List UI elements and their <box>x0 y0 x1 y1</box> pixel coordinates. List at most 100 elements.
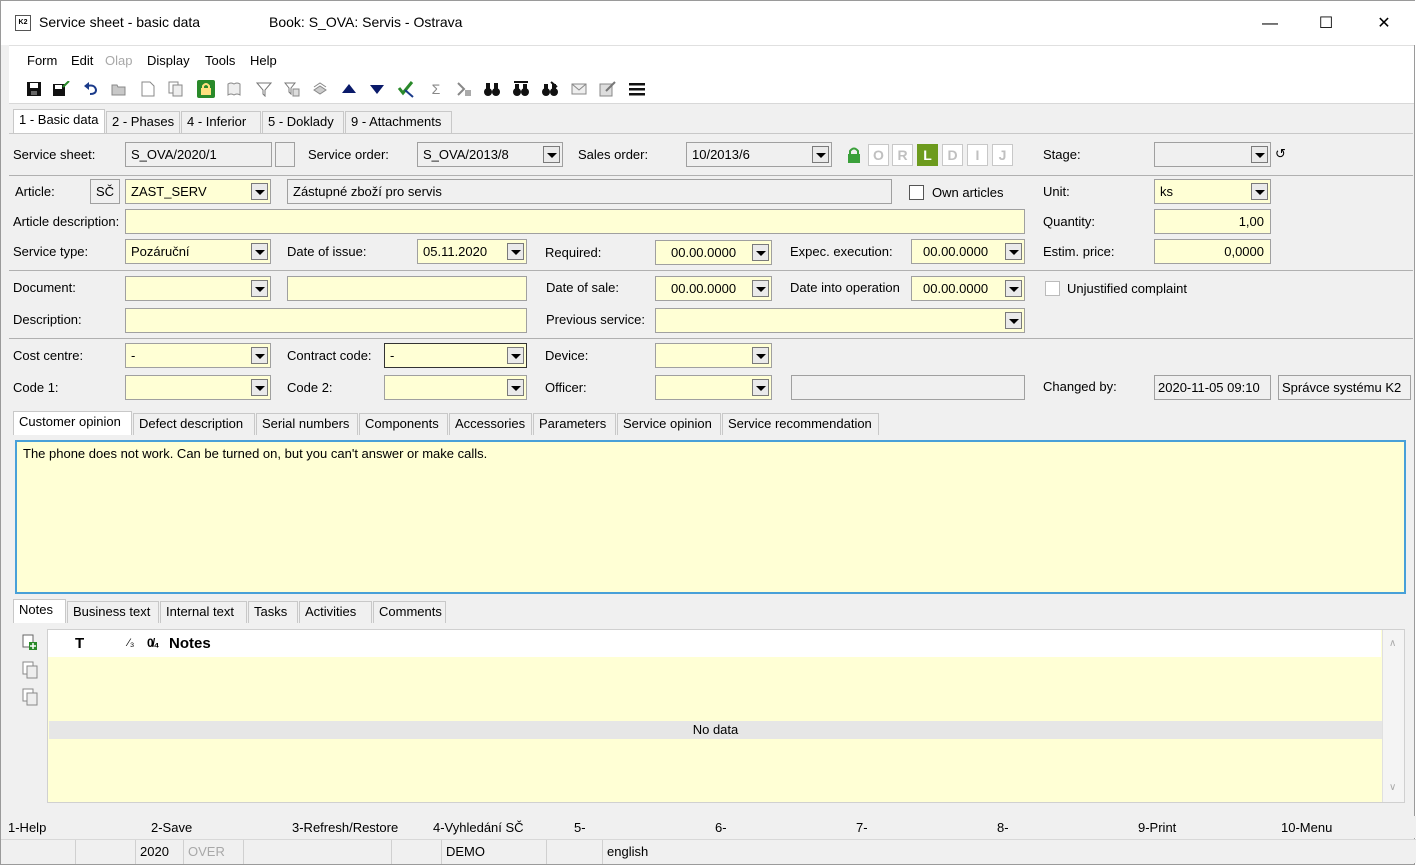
tab-doklady[interactable]: 5 - Doklady <box>262 111 344 133</box>
fkey-save[interactable]: 2-Save <box>151 820 192 835</box>
fkey-refresh[interactable]: 3-Refresh/Restore <box>292 820 398 835</box>
tab-comments[interactable]: Comments <box>373 601 446 623</box>
unit-field[interactable]: ks <box>1154 179 1271 204</box>
edit-note-list-icon[interactable] <box>22 661 38 679</box>
tab-customer-opinion[interactable]: Customer opinion <box>13 411 132 435</box>
flag-i[interactable]: I <box>967 144 988 166</box>
new-document-icon[interactable] <box>139 80 157 98</box>
fkey-print[interactable]: 9-Print <box>1138 820 1176 835</box>
chevron-down-icon[interactable] <box>752 379 769 396</box>
filter-edit-icon[interactable] <box>283 80 301 98</box>
fkey-7[interactable]: 7- <box>856 820 868 835</box>
chevron-down-icon[interactable] <box>752 244 769 261</box>
binoculars-next-icon[interactable] <box>512 80 530 98</box>
tab-phases[interactable]: 2 - Phases <box>106 111 180 133</box>
fkey-search[interactable]: 4-Vyhledání SČ <box>433 820 524 835</box>
officer-field[interactable] <box>655 375 772 400</box>
minimize-button[interactable]: — <box>1247 11 1293 37</box>
chevron-down-icon[interactable] <box>507 379 524 396</box>
filter-icon[interactable] <box>255 80 273 98</box>
unjustified-complaint-checkbox[interactable] <box>1045 281 1060 296</box>
chevron-down-icon[interactable] <box>251 347 268 364</box>
bulk-icon[interactable] <box>455 80 473 98</box>
history-icon[interactable]: ↺ <box>1275 146 1286 162</box>
fkey-8[interactable]: 8- <box>997 820 1009 835</box>
flag-o[interactable]: O <box>868 144 889 166</box>
changed-by-date-field[interactable]: 2020-11-05 09:10 <box>1154 375 1271 400</box>
chevron-down-icon[interactable] <box>1251 183 1268 200</box>
date-into-operation-field[interactable]: 00.00.0000 <box>911 276 1025 301</box>
sum-icon[interactable]: Σ <box>427 80 445 98</box>
select-icon[interactable] <box>397 80 415 98</box>
binoculars-icon[interactable] <box>483 80 501 98</box>
menu-display[interactable]: Display <box>147 53 190 68</box>
chevron-down-icon[interactable] <box>507 243 524 260</box>
scroll-up-icon[interactable]: ∧ <box>1389 638 1396 649</box>
close-button[interactable]: ✕ <box>1361 11 1407 37</box>
tab-accessories[interactable]: Accessories <box>449 413 532 435</box>
menu-tools[interactable]: Tools <box>205 53 235 68</box>
layers-icon[interactable] <box>311 80 329 98</box>
own-articles-checkbox[interactable] <box>909 185 924 200</box>
tab-components[interactable]: Components <box>359 413 448 435</box>
tab-defect-description[interactable]: Defect description <box>133 413 255 435</box>
maximize-button[interactable]: ☐ <box>1303 11 1349 37</box>
save-icon[interactable] <box>25 80 43 98</box>
binoculars-edit-icon[interactable] <box>541 80 559 98</box>
article-type-button[interactable]: SČ <box>90 179 120 204</box>
tab-internal-text[interactable]: Internal text <box>160 601 247 623</box>
copy-document-icon[interactable] <box>167 80 185 98</box>
article-name-field[interactable]: Zástupné zboží pro servis <box>287 179 892 204</box>
changed-by-user-field[interactable]: Správce systému K2 <box>1278 375 1411 400</box>
chevron-down-icon[interactable] <box>752 280 769 297</box>
menu-olap[interactable]: Olap <box>105 53 132 68</box>
fkey-5[interactable]: 5- <box>574 820 586 835</box>
undo-icon[interactable] <box>82 80 100 98</box>
code1-field[interactable] <box>125 375 271 400</box>
code2-field[interactable] <box>384 375 527 400</box>
chevron-down-icon[interactable] <box>1005 280 1022 297</box>
column-zero[interactable]: 0̸₄ <box>147 636 159 650</box>
arrow-down-icon[interactable] <box>368 80 386 98</box>
fkey-menu[interactable]: 10-Menu <box>1281 820 1332 835</box>
tab-business-text[interactable]: Business text <box>67 601 159 623</box>
menu-edit[interactable]: Edit <box>71 53 93 68</box>
chevron-down-icon[interactable] <box>543 146 560 163</box>
description-field[interactable] <box>125 308 527 333</box>
contract-code-field[interactable]: - <box>384 343 527 368</box>
date-of-issue-field[interactable]: 05.11.2020 <box>417 239 527 264</box>
flag-j[interactable]: J <box>992 144 1013 166</box>
book-icon[interactable] <box>225 80 243 98</box>
open-folder-icon[interactable] <box>110 80 128 98</box>
menu-help[interactable]: Help <box>250 53 277 68</box>
device-field[interactable] <box>655 343 772 368</box>
tab-service-opinion[interactable]: Service opinion <box>617 413 721 435</box>
lock-icon[interactable] <box>197 80 215 98</box>
edit-note-icon[interactable] <box>599 80 617 98</box>
chevron-down-icon[interactable] <box>251 183 268 200</box>
column-type[interactable]: T <box>75 635 84 652</box>
column-notes[interactable]: Notes <box>169 635 211 652</box>
chevron-down-icon[interactable] <box>251 243 268 260</box>
flag-r[interactable]: R <box>892 144 913 166</box>
quantity-field[interactable]: 1,00 <box>1154 209 1271 234</box>
required-field[interactable]: 00.00.0000 <box>655 240 772 265</box>
chevron-down-icon[interactable] <box>251 280 268 297</box>
service-sheet-button[interactable] <box>275 142 295 167</box>
tab-activities[interactable]: Activities <box>299 601 372 623</box>
tab-notes[interactable]: Notes <box>13 599 66 623</box>
column-fraction[interactable]: ⁄₃ <box>128 637 134 649</box>
flag-l[interactable]: L <box>917 144 938 166</box>
add-note-icon[interactable] <box>22 634 38 652</box>
customer-opinion-textarea[interactable]: The phone does not work. Can be turned o… <box>15 440 1406 594</box>
fkey-6[interactable]: 6- <box>715 820 727 835</box>
date-of-sale-field[interactable]: 00.00.0000 <box>655 276 772 301</box>
service-order-field[interactable]: S_OVA/2013/8 <box>417 142 563 167</box>
article-field[interactable]: ZAST_SERV <box>125 179 271 204</box>
document-extra-field[interactable] <box>287 276 527 301</box>
arrow-up-icon[interactable] <box>340 80 358 98</box>
scroll-down-icon[interactable]: ∨ <box>1389 782 1396 793</box>
tab-inferior[interactable]: 4 - Inferior <box>181 111 261 133</box>
estim-price-field[interactable]: 0,0000 <box>1154 239 1271 264</box>
chevron-down-icon[interactable] <box>507 347 524 364</box>
